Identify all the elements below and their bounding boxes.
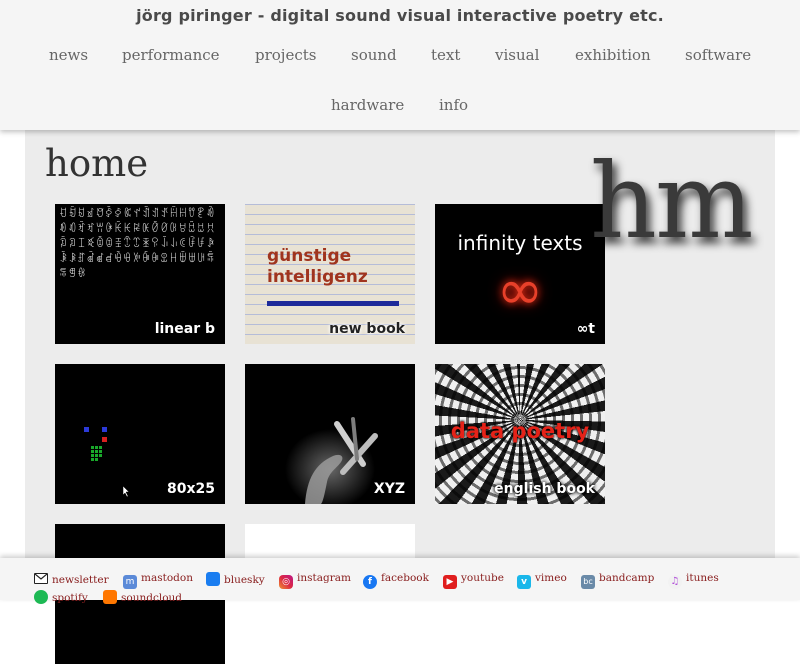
nav-projects[interactable]: projects bbox=[255, 46, 316, 64]
pixel-blue-right bbox=[102, 427, 107, 432]
footer-link-newsletter[interactable]: newsletter bbox=[34, 573, 109, 586]
footer-link-mastodon[interactable]: m mastodon bbox=[123, 572, 193, 589]
infinity-icon: ∞ bbox=[496, 258, 544, 323]
nav-news[interactable]: news bbox=[49, 46, 88, 64]
footer-link-label: facebook bbox=[381, 572, 429, 584]
book-title: günstige intelligenz bbox=[267, 246, 368, 288]
pixel-blue-left bbox=[84, 427, 89, 432]
footer-link-facebook[interactable]: f facebook bbox=[363, 572, 429, 589]
footer-link-youtube[interactable]: ▶ youtube bbox=[443, 572, 504, 589]
nav-visual[interactable]: visual bbox=[495, 46, 539, 64]
tile-label: 80x25 bbox=[167, 481, 215, 497]
tile-xyz[interactable]: XYZ bbox=[245, 364, 415, 504]
footer-link-label: instagram bbox=[297, 572, 351, 584]
nav-performance[interactable]: performance bbox=[122, 46, 220, 64]
footer-link-label: spotify bbox=[52, 592, 88, 604]
footer-link-bluesky[interactable]: bluesky bbox=[206, 572, 265, 586]
youtube-icon: ▶ bbox=[443, 575, 457, 589]
book-title-line2: intelligenz bbox=[267, 267, 368, 287]
soundcloud-icon bbox=[103, 590, 117, 604]
pixel-green-block bbox=[91, 446, 102, 461]
tile-linear-b[interactable]: ꀀꀁꀂꀃꀄꀅꀆꀇꀈꀉꀊꀋꀌꀍꀎꀏꀐꀑꀒꀓꀔꀕꀖꀗꀘꀙꀚꀛꀜꀝꀞꀟꀠꀡꀢꀣꀤꀥꀦꀧ… bbox=[55, 204, 225, 344]
footer-link-label: mastodon bbox=[141, 572, 193, 584]
footer-link-soundcloud[interactable]: soundcloud bbox=[103, 590, 182, 604]
social-footer: newsletter m mastodon bluesky ◎ instagram … bbox=[0, 558, 800, 604]
pixel-red bbox=[102, 437, 107, 442]
tile-label: new book bbox=[329, 321, 405, 337]
facebook-icon: f bbox=[363, 575, 377, 589]
footer-link-bandcamp[interactable]: bc bandcamp bbox=[581, 572, 654, 589]
tile-label: ∞t bbox=[576, 321, 595, 337]
mastodon-icon: m bbox=[123, 575, 137, 589]
cursor-icon bbox=[122, 485, 130, 498]
book-bar bbox=[267, 301, 399, 306]
page-title: home bbox=[45, 142, 149, 185]
footer-link-instagram[interactable]: ◎ instagram bbox=[279, 572, 351, 589]
footer-link-label: bluesky bbox=[224, 574, 265, 586]
nav-info[interactable]: info bbox=[439, 96, 468, 114]
itunes-icon: ♫ bbox=[668, 575, 682, 589]
bluesky-icon bbox=[206, 572, 220, 586]
tile-label: linear b bbox=[154, 321, 215, 337]
tile-80x25[interactable]: 80x25 bbox=[55, 364, 225, 504]
footer-link-label: bandcamp bbox=[599, 572, 655, 584]
linear-b-glyphs: ꀀꀁꀂꀃꀄꀅꀆꀇꀈꀉꀊꀋꀌꀍꀎꀏꀐꀑꀒꀓꀔꀕꀖꀗꀘꀙꀚꀛꀜꀝꀞꀟꀠꀡꀢꀣꀤꀥꀦꀧ… bbox=[59, 208, 216, 280]
book-title-line1: günstige bbox=[267, 246, 352, 266]
footer-link-spotify[interactable]: spotify bbox=[34, 590, 88, 604]
footer-link-label: itunes bbox=[686, 572, 719, 584]
site-header: jörg piringer - digital sound visual int… bbox=[0, 0, 800, 130]
vimeo-icon: v bbox=[517, 575, 531, 589]
tile-label: english book bbox=[494, 481, 595, 497]
nav-software[interactable]: software bbox=[685, 46, 751, 64]
nav-text[interactable]: text bbox=[431, 46, 460, 64]
footer-link-vimeo[interactable]: v vimeo bbox=[517, 572, 567, 589]
footer-link-itunes[interactable]: ♫ itunes bbox=[668, 572, 719, 589]
tile-infinity-texts[interactable]: infinity texts ∞ ∞t bbox=[435, 204, 605, 344]
envelope-icon bbox=[34, 573, 48, 584]
spotify-icon bbox=[34, 590, 48, 604]
nav-hardware[interactable]: hardware bbox=[331, 96, 404, 114]
tile-new-book[interactable]: günstige intelligenz new book bbox=[245, 204, 415, 344]
bandcamp-icon: bc bbox=[581, 575, 595, 589]
infinity-title: infinity texts bbox=[457, 231, 583, 255]
instagram-icon: ◎ bbox=[279, 575, 293, 589]
hm-logo[interactable]: hm bbox=[590, 140, 754, 262]
footer-link-label: soundcloud bbox=[121, 592, 183, 604]
tile-english-book[interactable]: data poetry english book bbox=[435, 364, 605, 504]
footer-link-label: vimeo bbox=[535, 572, 567, 584]
data-poetry-title: data poetry bbox=[450, 419, 590, 443]
nav-sound[interactable]: sound bbox=[351, 46, 397, 64]
tile-label: XYZ bbox=[373, 481, 405, 497]
footer-link-label: youtube bbox=[461, 572, 504, 584]
site-title[interactable]: jörg piringer - digital sound visual int… bbox=[0, 6, 800, 25]
nav-exhibition[interactable]: exhibition bbox=[575, 46, 651, 64]
footer-link-label: newsletter bbox=[52, 574, 109, 586]
